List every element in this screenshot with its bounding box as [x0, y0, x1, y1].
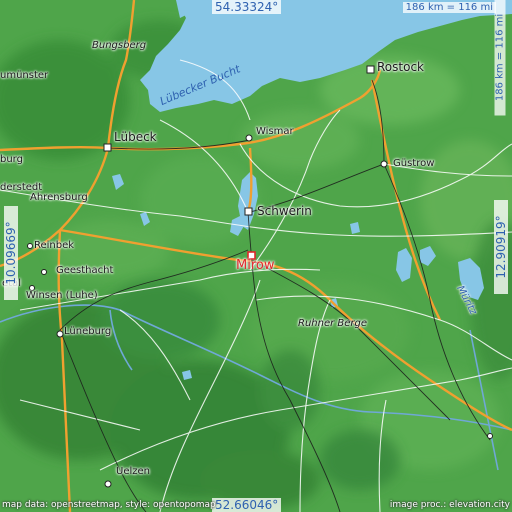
place-label-ruhner-berge: Ruhner Berge: [298, 318, 368, 329]
left-longitude-label: 10.09669°: [4, 206, 18, 300]
place-label-rostock: Rostock: [377, 60, 424, 74]
place-label-luneburg: Lüneburg: [64, 326, 112, 337]
place-label-winsen: Winsen (Luhe): [26, 290, 98, 301]
place-label-neumunster: umünster: [0, 70, 49, 81]
top-latitude-label: 54.33324°: [212, 0, 282, 14]
place-label-geesthacht: Geesthacht: [56, 265, 114, 276]
place-label-ahrensburg: Ahrensburg: [30, 192, 88, 203]
right-longitude-label: 12.90919°: [494, 200, 508, 294]
place-label-burg: burg: [0, 154, 23, 165]
place-label-gustrow: Güstrow: [393, 158, 435, 169]
place-label-uelzen: Uelzen: [116, 466, 150, 477]
attribution-right: image proc.: elevation.city: [389, 500, 510, 510]
place-label-reinbek: Reinbek: [34, 240, 75, 251]
place-label-bungsberg: Bungsberg: [92, 40, 147, 51]
terrain-layer: [0, 0, 512, 512]
scale-vertical-label: 186 km = 116 mi: [494, 0, 506, 116]
place-label-schwerin: Schwerin: [257, 204, 312, 218]
scale-horizontal-label: 186 km = 116 mi: [402, 2, 496, 13]
place-label-lubeck: Lübeck: [114, 130, 157, 144]
bottom-latitude-label: 52.66046°: [212, 498, 282, 512]
target-location-label: Mirow: [236, 258, 275, 273]
attribution-left: map data: openstreetmap, style: opentopo…: [2, 500, 216, 510]
place-label-wismar: Wismar: [256, 126, 294, 137]
map-view[interactable]: Bungsberg umünster Lübeck Wismar Rostock…: [0, 0, 512, 512]
